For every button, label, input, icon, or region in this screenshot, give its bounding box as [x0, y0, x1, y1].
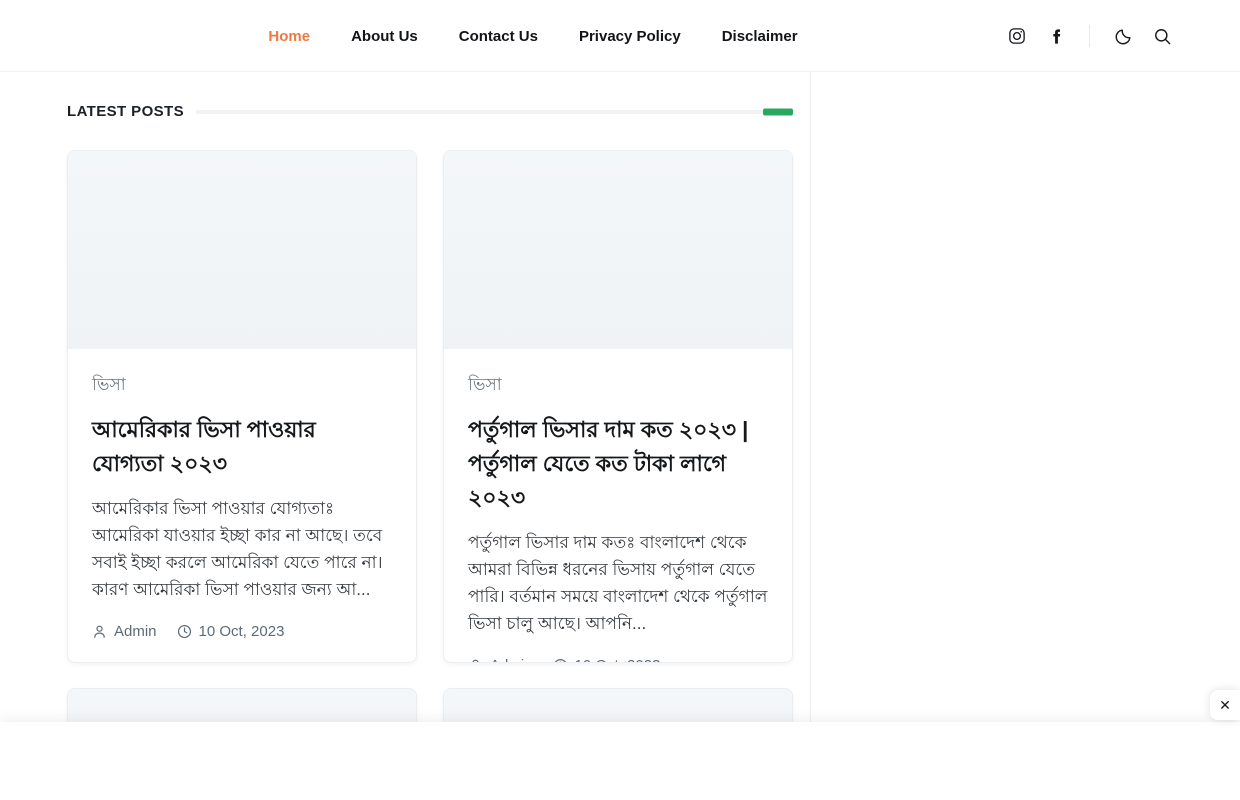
ad-close-button[interactable]: ✕ [1210, 690, 1240, 720]
post-meta: Admin 10 Oct, 2023 [468, 657, 768, 662]
facebook-icon[interactable] [1046, 26, 1066, 46]
post-thumbnail[interactable] [68, 151, 416, 349]
post-body: ভিসা পর্তুগাল ভিসার দাম কত ২০২৩ | পর্তুগ… [444, 349, 792, 662]
post-author-name: Admin [490, 657, 533, 662]
header-icon-group [1007, 0, 1172, 72]
search-icon[interactable] [1152, 26, 1172, 46]
post-author: Admin [468, 657, 533, 662]
ad-banner-container [0, 722, 1240, 800]
nav-item-privacy-policy[interactable]: Privacy Policy [579, 28, 681, 45]
nav-item-contact-us[interactable]: Contact Us [459, 28, 538, 45]
section-divider-accent [763, 108, 793, 115]
post-excerpt: আমেরিকার ভিসা পাওয়ার যোগ্যতাঃ আমেরিকা য… [92, 499, 383, 599]
site-header: Home About Us Contact Us Privacy Policy … [0, 0, 1240, 72]
clock-icon [177, 624, 192, 639]
post-date-text: 10 Oct, 2023 [575, 657, 661, 662]
latest-posts-section-head: LATEST POSTS [67, 103, 793, 120]
author-person-icon [468, 658, 483, 662]
post-card[interactable]: ভিসা আমেরিকার ভিসা পাওয়ার যোগ্যতা ২০২৩ … [67, 150, 417, 663]
post-date: 10 Oct, 2023 [553, 657, 661, 662]
dark-mode-moon-icon[interactable] [1113, 26, 1133, 46]
nav-item-about-us[interactable]: About Us [351, 28, 418, 45]
post-author: Admin [92, 623, 157, 640]
instagram-icon[interactable] [1007, 26, 1027, 46]
post-title[interactable]: পর্তুগাল ভিসার দাম কত ২০২৩ | পর্তুগাল যে… [468, 413, 768, 515]
post-author-name: Admin [114, 623, 157, 640]
nav-item-disclaimer[interactable]: Disclaimer [722, 28, 798, 45]
nav-item-home[interactable]: Home [268, 28, 310, 45]
post-date-text: 10 Oct, 2023 [198, 623, 285, 640]
section-divider-line [196, 108, 793, 115]
section-title: LATEST POSTS [67, 103, 185, 120]
main-content: LATEST POSTS ভিসা আমেরিকার ভিসা পাওয়ার … [0, 72, 811, 800]
post-card[interactable]: ভিসা পর্তুগাল ভিসার দাম কত ২০২৩ | পর্তুগ… [443, 150, 793, 663]
clock-icon [553, 658, 568, 662]
main-nav: Home About Us Contact Us Privacy Policy … [268, 0, 797, 72]
header-icon-divider [1089, 25, 1090, 47]
posts-row-1: ভিসা আমেরিকার ভিসা পাওয়ার যোগ্যতা ২০২৩ … [67, 150, 793, 663]
sidebar [811, 72, 1240, 800]
post-excerpt: পর্তুগাল ভিসার দাম কতঃ বাংলাদেশ থেকে আমর… [468, 533, 768, 633]
post-body: ভিসা আমেরিকার ভিসা পাওয়ার যোগ্যতা ২০২৩ … [68, 349, 416, 662]
post-category-link[interactable]: ভিসা [468, 372, 502, 400]
post-category-link[interactable]: ভিসা [92, 372, 126, 400]
post-meta: Admin 10 Oct, 2023 [92, 623, 392, 640]
post-date: 10 Oct, 2023 [177, 623, 285, 640]
post-thumbnail[interactable] [444, 151, 792, 349]
post-title[interactable]: আমেরিকার ভিসা পাওয়ার যোগ্যতা ২০২৩ [92, 413, 392, 481]
author-person-icon [92, 624, 107, 639]
